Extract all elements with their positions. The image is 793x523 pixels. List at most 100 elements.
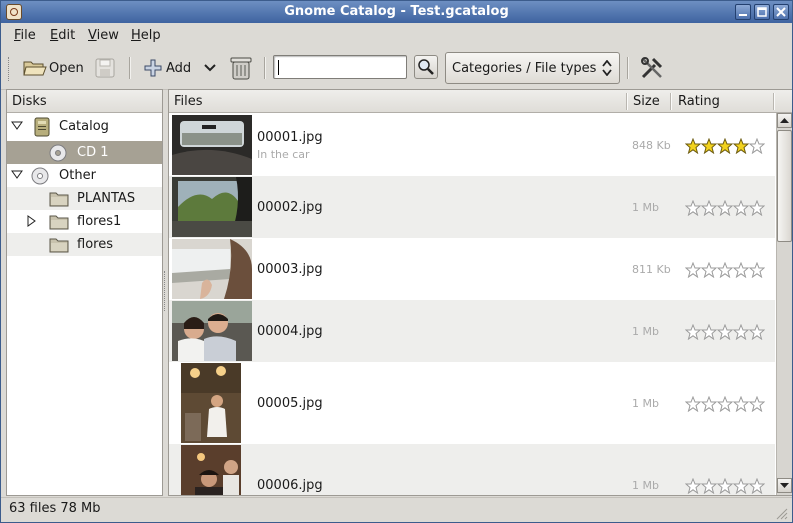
expanded-triangle-icon[interactable] (11, 121, 23, 131)
star-empty-icon[interactable] (685, 324, 701, 340)
files-panel[interactable]: Files Size Rating 00001.jpg In the car 8… (168, 89, 792, 496)
star-empty-icon[interactable] (749, 396, 765, 412)
photo-thumbnail (172, 115, 252, 175)
menu-view[interactable]: View (88, 28, 119, 43)
star-empty-icon[interactable] (717, 478, 733, 494)
tree-item-other[interactable]: Other (7, 164, 162, 187)
scroll-up-button[interactable] (777, 113, 792, 128)
column-separator[interactable] (773, 93, 775, 110)
files-column-header[interactable]: Files (174, 94, 203, 109)
tree-item-label: Other (59, 168, 96, 183)
star-empty-icon[interactable] (733, 262, 749, 278)
vertical-scrollbar[interactable] (776, 113, 792, 495)
toolbar-grip[interactable] (8, 57, 12, 81)
arrow-up-icon (780, 118, 789, 123)
table-row[interactable]: 00005.jpg 1 Mb (169, 362, 775, 444)
menu-help[interactable]: Help (131, 28, 161, 43)
star-empty-icon[interactable] (701, 200, 717, 216)
scroll-down-button[interactable] (777, 478, 792, 493)
search-input[interactable] (273, 55, 407, 79)
rating-stars[interactable] (685, 396, 765, 412)
disks-panel[interactable]: Disks Catalog CD 1 Other PLANTAS flores1… (6, 89, 163, 496)
rating-stars[interactable] (685, 478, 765, 494)
star-empty-icon[interactable] (701, 478, 717, 494)
resize-grip-icon[interactable] (774, 506, 788, 520)
rating-column-header[interactable]: Rating (678, 94, 720, 109)
photo-thumbnail (181, 363, 241, 443)
rating-stars[interactable] (685, 138, 765, 154)
star-empty-icon[interactable] (717, 396, 733, 412)
star-empty-icon[interactable] (701, 396, 717, 412)
star-empty-icon[interactable] (733, 200, 749, 216)
star-empty-icon[interactable] (717, 200, 733, 216)
open-button[interactable]: Open (23, 55, 84, 81)
star-empty-icon[interactable] (733, 324, 749, 340)
maximize-button[interactable] (754, 4, 770, 20)
tree-item-cd-1[interactable]: CD 1 (7, 141, 162, 164)
add-menu-button[interactable] (204, 55, 216, 81)
tree-item-label: PLANTAS (77, 191, 136, 206)
star-empty-icon[interactable] (685, 478, 701, 494)
file-size: 1 Mb (632, 325, 659, 338)
star-filled-icon[interactable] (701, 138, 717, 154)
up-down-arrows-icon (602, 60, 612, 76)
close-button[interactable] (773, 4, 789, 20)
star-empty-icon[interactable] (749, 200, 765, 216)
rating-stars[interactable] (685, 262, 765, 278)
table-row[interactable]: 00001.jpg In the car 848 Kb (169, 114, 775, 176)
size-column-header[interactable]: Size (633, 94, 660, 109)
star-empty-icon[interactable] (701, 324, 717, 340)
star-empty-icon[interactable] (685, 262, 701, 278)
expanded-triangle-icon[interactable] (11, 170, 23, 180)
preferences-button[interactable] (639, 55, 665, 81)
rating-stars[interactable] (685, 324, 765, 340)
star-filled-icon[interactable] (685, 138, 701, 154)
star-empty-icon[interactable] (685, 396, 701, 412)
title-bar[interactable]: Gnome Catalog - Test.gcatalog (1, 1, 792, 23)
table-row[interactable]: 00003.jpg 811 Kb (169, 238, 775, 300)
photo-thumbnail (181, 445, 241, 495)
search-button[interactable] (414, 55, 438, 79)
menu-file[interactable]: File (14, 28, 36, 43)
star-empty-icon[interactable] (733, 396, 749, 412)
table-row[interactable]: 00004.jpg 1 Mb (169, 300, 775, 362)
star-empty-icon[interactable] (685, 200, 701, 216)
star-empty-icon[interactable] (701, 262, 717, 278)
filter-combo[interactable]: Categories / File types (445, 52, 620, 84)
column-separator[interactable] (626, 93, 628, 110)
chevron-down-icon (204, 64, 216, 72)
tree-item-plantas[interactable]: PLANTAS (7, 187, 162, 210)
table-row[interactable]: 00006.jpg 1 Mb (169, 444, 775, 495)
scrollbar-thumb[interactable] (777, 130, 792, 242)
save-button[interactable] (94, 55, 116, 81)
star-filled-icon[interactable] (733, 138, 749, 154)
star-empty-icon[interactable] (749, 478, 765, 494)
star-empty-icon[interactable] (749, 262, 765, 278)
status-bar: 63 files 78 Mb (1, 497, 792, 522)
tree-item-label: Catalog (59, 119, 109, 134)
star-empty-icon[interactable] (733, 478, 749, 494)
trash-icon (230, 57, 252, 80)
tree-item-flores[interactable]: flores (7, 233, 162, 256)
star-empty-icon[interactable] (717, 324, 733, 340)
tree-item-catalog[interactable]: Catalog (7, 115, 162, 138)
column-separator[interactable] (670, 93, 672, 110)
tree-item-label: CD 1 (77, 145, 109, 160)
minimize-button[interactable] (735, 4, 751, 20)
file-name: 00004.jpg (257, 324, 323, 339)
menu-file-label: ile (20, 28, 36, 43)
collapsed-triangle-icon[interactable] (27, 215, 37, 227)
delete-button[interactable] (229, 55, 253, 81)
menu-bar: File Edit View Help (1, 23, 792, 47)
star-filled-icon[interactable] (717, 138, 733, 154)
star-empty-icon[interactable] (749, 138, 765, 154)
tree-item-flores1[interactable]: flores1 (7, 210, 162, 233)
star-empty-icon[interactable] (717, 262, 733, 278)
table-row[interactable]: 00002.jpg 1 Mb (169, 176, 775, 238)
menu-edit[interactable]: Edit (50, 28, 75, 43)
add-button[interactable]: Add (144, 55, 191, 81)
star-empty-icon[interactable] (749, 324, 765, 340)
rating-stars[interactable] (685, 200, 765, 216)
disks-column-header[interactable]: Disks (7, 90, 162, 113)
close-icon (776, 7, 786, 17)
